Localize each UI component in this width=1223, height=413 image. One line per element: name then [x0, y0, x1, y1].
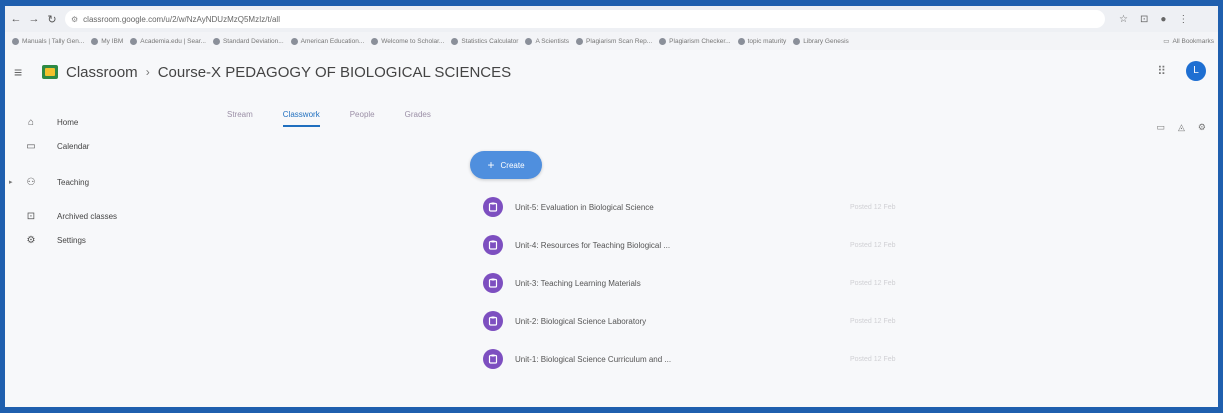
bookmark-favicon-icon — [290, 37, 298, 45]
sidebar-item-home[interactable]: ⌂ Home — [5, 110, 205, 134]
apps-grid-icon[interactable]: ⠿ — [1157, 64, 1166, 78]
plus-icon: + — [487, 158, 495, 172]
create-button[interactable]: + Create — [470, 151, 542, 179]
sidebar-item-label: Home — [57, 117, 79, 127]
main-menu-icon[interactable]: ≡ — [14, 64, 34, 80]
bookmark[interactable]: Welcome to Scholar... — [371, 37, 444, 45]
expand-caret-icon[interactable]: ▸ — [9, 178, 13, 186]
topic-title: Unit-4: Resources for Teaching Biologica… — [515, 240, 671, 250]
tab-people[interactable]: People — [350, 110, 375, 127]
site-info-icon[interactable]: ⚙ — [71, 15, 78, 24]
bookmark-favicon-icon — [91, 37, 99, 45]
topic-date: Posted 12 Feb — [850, 203, 896, 211]
people-icon: ⚇ — [26, 176, 36, 188]
sidebar-item-calendar[interactable]: ▭ Calendar — [5, 134, 205, 158]
forward-icon[interactable]: → — [27, 13, 41, 25]
topic-item[interactable]: Unit-4: Resources for Teaching Biologica… — [483, 226, 903, 264]
calendar-icon: ▭ — [26, 140, 36, 152]
extensions-icon[interactable]: ⊡ — [1140, 14, 1148, 25]
bookmark[interactable]: topic maturity — [737, 37, 786, 45]
bookmark-favicon-icon — [576, 37, 584, 45]
topic-title: Unit-3: Teaching Learning Materials — [515, 278, 641, 288]
tab-classwork[interactable]: Classwork — [282, 110, 320, 127]
bookmark[interactable]: Manuals | Tally Gen... — [12, 37, 84, 45]
menu-icon[interactable]: ⋮ — [1178, 14, 1188, 25]
bookmark-favicon-icon — [12, 37, 19, 45]
topic-date: Posted 12 Feb — [850, 317, 896, 325]
screenshot-frame: ← → ↻ ⚙ classroom.google.com/u/2/w/NzAyN… — [5, 6, 1218, 407]
bookmark-favicon-icon — [451, 37, 459, 45]
topic-date: Posted 12 Feb — [850, 279, 896, 287]
sidebar-item-settings[interactable]: ⚙ Settings — [5, 228, 205, 252]
drive-folder-icon[interactable]: ◬ — [1178, 122, 1185, 133]
bookmark-favicon-icon — [371, 37, 379, 45]
reload-icon[interactable]: ↻ — [45, 13, 59, 26]
classwork-actions: ▭ ◬ ⚙ — [1143, 122, 1206, 133]
bookmark-favicon-icon — [525, 37, 533, 45]
sidebar-item-archived[interactable]: ⊡ Archived classes — [5, 204, 205, 228]
avatar[interactable]: L — [1186, 61, 1206, 81]
assignment-icon — [483, 197, 503, 217]
bookmark[interactable]: American Education... — [290, 37, 364, 45]
bookmark[interactable]: Plagiarism Scan Rep... — [576, 37, 652, 45]
back-icon[interactable]: ← — [9, 13, 23, 25]
bookmark-favicon-icon — [737, 37, 745, 45]
bookmark-favicon-icon — [130, 37, 138, 45]
profile-icon[interactable]: ● — [1160, 14, 1166, 25]
create-label: Create — [500, 160, 525, 170]
sidebar-item-label: Teaching — [57, 177, 90, 187]
home-icon: ⌂ — [27, 116, 35, 128]
classroom-logo-icon[interactable] — [42, 65, 58, 79]
app-name[interactable]: Classroom — [66, 64, 138, 81]
topic-item[interactable]: Unit-2: Biological Science Laboratory Po… — [483, 302, 903, 340]
bookmark-favicon-icon — [659, 37, 667, 45]
assignment-icon — [483, 349, 503, 369]
sidebar-item-label: Settings — [57, 235, 86, 245]
gear-icon: ⚙ — [26, 234, 36, 246]
archive-icon: ⊡ — [26, 210, 36, 222]
bookmark-favicon-icon — [212, 37, 220, 45]
assignment-icon — [483, 311, 503, 331]
topic-date: Posted 12 Feb — [850, 241, 896, 249]
sidebar-item-label: Archived classes — [57, 211, 118, 221]
topic-item[interactable]: Unit-3: Teaching Learning Materials Post… — [483, 264, 903, 302]
topic-item[interactable]: Unit-1: Biological Science Curriculum an… — [483, 340, 903, 378]
course-tabs: Stream Classwork People Grades — [227, 110, 461, 127]
topic-title: Unit-5: Evaluation in Biological Science — [515, 202, 654, 212]
topic-title: Unit-2: Biological Science Laboratory — [515, 316, 647, 326]
calendar-icon[interactable]: ▭ — [1156, 122, 1165, 133]
bookmark[interactable]: Standard Deviation... — [212, 37, 284, 45]
assignment-icon — [483, 273, 503, 293]
sidebar-item-teaching[interactable]: ▸ ⚇ Teaching — [5, 170, 205, 194]
sidebar: ⌂ Home ▭ Calendar ▸ ⚇ Teaching ⊡ Archive… — [5, 110, 205, 252]
address-bar[interactable]: ⚙ classroom.google.com/u/2/w/NzAyNDUzMzQ… — [65, 10, 1105, 28]
bookmark[interactable]: Academia.edu | Sear... — [130, 37, 206, 45]
all-bookmarks[interactable]: ▭ All Bookmarks — [1163, 32, 1214, 50]
browser-toolbar: ← → ↻ ⚙ classroom.google.com/u/2/w/NzAyN… — [5, 6, 1218, 32]
toolbar-actions: ☆ ⊡ ● ⋮ — [1113, 14, 1194, 25]
topic-item[interactable]: Unit-5: Evaluation in Biological Science… — [483, 188, 903, 226]
url-text: classroom.google.com/u/2/w/NzAyNDUzMzQ5M… — [83, 14, 280, 24]
bookmarks-bar: Manuals | Tally Gen... My IBM Academia.e… — [5, 32, 1218, 50]
app-header: ≡ Classroom › Course-X PEDAGOGY OF BIOLO… — [5, 50, 1218, 94]
tab-stream[interactable]: Stream — [227, 110, 253, 127]
bookmark[interactable]: Statistics Calculator — [451, 37, 518, 45]
course-title[interactable]: Course-X PEDAGOGY OF BIOLOGICAL SCIENCES — [158, 64, 511, 81]
topic-date: Posted 12 Feb — [850, 355, 896, 363]
bookmark[interactable]: Plagiarism Checker... — [659, 37, 731, 45]
settings-icon[interactable]: ⚙ — [1198, 122, 1206, 133]
bookmark-favicon-icon — [793, 37, 801, 45]
bookmark[interactable]: Library Genesis — [793, 37, 849, 45]
breadcrumb-separator: › — [145, 65, 150, 79]
tab-grades[interactable]: Grades — [405, 110, 431, 127]
folder-icon: ▭ — [1163, 38, 1170, 45]
bookmark-star-icon[interactable]: ☆ — [1119, 14, 1128, 25]
bookmark[interactable]: My IBM — [91, 37, 123, 45]
sidebar-item-label: Calendar — [57, 141, 90, 151]
bookmark[interactable]: A Scientists — [525, 37, 569, 45]
topic-title: Unit-1: Biological Science Curriculum an… — [515, 354, 672, 364]
assignment-icon — [483, 235, 503, 255]
